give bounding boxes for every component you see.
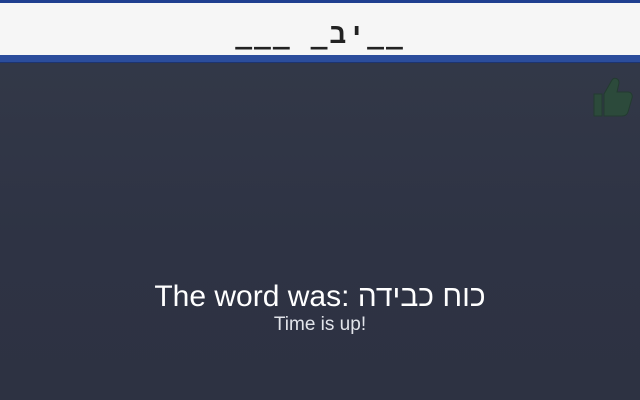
word-bar-border <box>0 55 640 63</box>
result-message: The word was: כוח כבידה <box>0 280 640 314</box>
result-label: The word was: <box>154 280 350 313</box>
round-result: The word was: כוח כבידה Time is up! <box>0 280 640 336</box>
game-screen: __יב_ ___ The word was: כוח כבידה Time i… <box>0 0 640 400</box>
round-status: Time is up! <box>273 314 367 335</box>
word-hint: __יב_ ___ <box>235 16 405 50</box>
result-word: כוח כבידה <box>357 280 486 313</box>
thumbs-up-icon[interactable] <box>586 72 636 122</box>
word-hint-bar: __יב_ ___ <box>0 3 640 55</box>
